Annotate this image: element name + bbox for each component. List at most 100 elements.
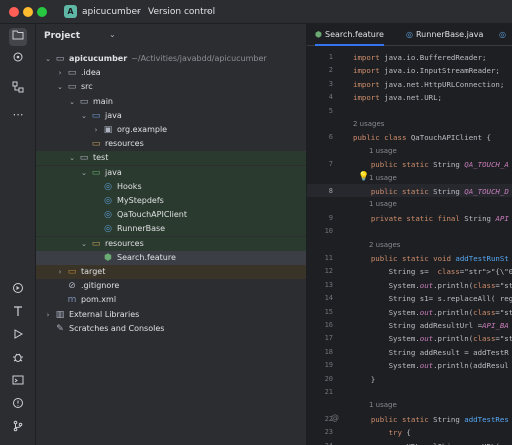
tree-item[interactable]: › ▭ target <box>36 265 306 279</box>
line-number: 20 <box>324 374 333 383</box>
project-switcher[interactable]: apicucumber <box>82 7 141 17</box>
tree-item-label: java <box>105 167 122 177</box>
tree-item-label: QaTouchAPIClient <box>117 210 187 220</box>
tree-item[interactable]: ⊘ .gitignore <box>36 279 306 293</box>
chevron-right-icon[interactable]: › <box>44 308 52 322</box>
code-editor[interactable]: ⬢ Search.feature ◎ RunnerBase.java ◎ 12345… <box>307 24 512 445</box>
code-area[interactable]: import java.io.BufferedReader; import jav… <box>353 46 512 445</box>
folder-icon: ▭ <box>79 96 89 107</box>
resources-folder-icon: ▭ <box>91 139 101 150</box>
tree-item-label: java <box>105 110 122 120</box>
usages-hint[interactable]: 2 usages <box>353 118 384 131</box>
chevron-right-icon[interactable]: › <box>56 66 64 80</box>
tree-item[interactable]: ⌄ ▭ apicucumber ~/Activities/javabdd/apicuc… <box>36 52 306 66</box>
tree-item[interactable]: › ▥ External Libraries <box>36 308 306 322</box>
chevron-right-icon[interactable]: › <box>56 265 64 279</box>
tree-item[interactable]: ◎ QaTouchAPIClient <box>36 208 306 223</box>
chevron-down-icon[interactable]: ⌄ <box>44 52 52 66</box>
tree-item-label: src <box>81 82 93 92</box>
tree-item[interactable]: m pom.xml <box>36 293 306 307</box>
tree-item-label: Scratches and Consoles <box>69 323 165 333</box>
code-line: public static void addTestRunSt <box>370 254 509 263</box>
chevron-down-icon[interactable]: ⌄ <box>80 109 88 123</box>
tree-item-label: Hooks <box>117 181 142 191</box>
usages-hint[interactable]: 1 usage <box>369 145 397 158</box>
code-line: import java.net.HttpURLConnection; <box>353 79 505 89</box>
tree-item-label: Search.feature <box>117 252 176 262</box>
build-icon[interactable] <box>9 305 27 323</box>
tree-item-label: test <box>93 153 109 163</box>
project-panel: Project ⌄ ⌄ ▭ apicucumber ~/Activities/java… <box>36 24 307 445</box>
package-icon: ▣ <box>103 125 113 135</box>
chevron-down-icon[interactable]: ⌄ <box>109 30 116 39</box>
lightbulb-icon[interactable]: 💡 <box>358 172 369 182</box>
close-window-button[interactable] <box>9 7 19 17</box>
git-commit-icon[interactable] <box>9 51 27 69</box>
services-icon[interactable] <box>9 282 27 300</box>
chevron-down-icon[interactable]: ⌄ <box>68 151 76 165</box>
tree-item[interactable]: ⌄ ▭ java <box>36 109 306 123</box>
class-icon: ◎ <box>104 181 112 192</box>
chevron-down-icon[interactable]: ⌄ <box>135 6 142 15</box>
chevron-down-icon[interactable]: ⌄ <box>68 95 76 109</box>
line-number: 6 <box>328 133 333 142</box>
usages-hint[interactable]: 1 usage <box>369 198 397 211</box>
line-number: 7 <box>328 160 333 169</box>
tree-item[interactable]: ⌄ ▭ java <box>36 165 306 180</box>
tree-item[interactable]: ◎ MyStepdefs <box>36 194 306 208</box>
tree-item[interactable]: ⬢ Search.feature <box>36 250 306 265</box>
code-line: System.out.println(class="str">"s1: "+s <box>353 307 512 317</box>
line-number: 13 <box>324 280 333 289</box>
git-icon[interactable] <box>9 420 27 438</box>
class-icon: ◎ <box>499 30 506 39</box>
tree-item[interactable]: ▭ resources <box>36 137 306 151</box>
folder-icon: ▭ <box>79 153 89 164</box>
code-line: } <box>353 374 376 384</box>
usages-hint[interactable]: 1 usage <box>369 172 397 185</box>
chevron-right-icon[interactable]: › <box>92 123 100 137</box>
chevron-down-icon[interactable]: ⌄ <box>80 237 88 251</box>
tree-item[interactable]: ⌄ ▭ resources <box>36 236 306 251</box>
run-icon[interactable] <box>9 328 27 346</box>
code-line: System.out.println(addResul <box>353 361 509 371</box>
line-number: 5 <box>328 106 333 115</box>
tab-runnerbase-java[interactable]: ◎ RunnerBase.java <box>406 24 483 46</box>
tree-item[interactable]: ⌄ ▭ src <box>36 80 306 94</box>
tree-item-label: RunnerBase <box>117 224 166 234</box>
tree-item[interactable]: ◎ RunnerBase <box>36 222 306 237</box>
tree-item[interactable]: ⌄ ▭ test <box>36 151 306 166</box>
folder-icon[interactable] <box>9 28 27 46</box>
code-line: String addResult = addTestR <box>353 347 509 357</box>
project-badge-icon[interactable]: A <box>64 5 77 18</box>
line-number: 8 <box>328 187 333 195</box>
line-number: 9 <box>328 213 333 222</box>
tree-item[interactable]: ⌄ ▭ main <box>36 95 306 109</box>
chevron-down-icon[interactable]: ⌄ <box>205 6 212 15</box>
tree-item[interactable]: ✎ Scratches and Consoles <box>36 322 306 336</box>
line-gutter: 1234567891011121314151617181920212223242… <box>307 46 347 445</box>
tree-item[interactable]: › ▣ org.example <box>36 123 306 137</box>
code-line: public static String addTestRes <box>370 414 509 424</box>
annotation-icon[interactable]: @ <box>331 413 339 422</box>
problems-icon[interactable] <box>9 397 27 415</box>
line-number: 14 <box>324 294 333 303</box>
tab-qatouch-java[interactable]: ◎ <box>499 24 509 46</box>
feature-file-icon: ⬢ <box>104 252 112 263</box>
terminal-icon[interactable] <box>9 374 27 392</box>
maximize-window-button[interactable] <box>37 7 47 17</box>
usages-hint[interactable]: 2 usages <box>369 239 400 252</box>
usages-hint[interactable]: 1 usage <box>369 399 397 412</box>
chevron-down-icon[interactable]: ⌄ <box>80 166 88 180</box>
line-number: 21 <box>324 388 333 396</box>
folder-icon: ▭ <box>67 68 77 79</box>
more-icon[interactable]: ⋯ <box>9 106 27 124</box>
debug-icon[interactable] <box>9 351 27 369</box>
chevron-down-icon[interactable]: ⌄ <box>56 80 64 94</box>
tree-item-label: main <box>93 96 113 106</box>
resources-folder-icon: ▭ <box>91 238 101 249</box>
structure-icon[interactable] <box>9 81 27 99</box>
minimize-window-button[interactable] <box>23 7 33 17</box>
tab-search-feature[interactable]: ⬢ Search.feature <box>315 24 384 46</box>
tree-item[interactable]: ◎ Hooks <box>36 179 306 194</box>
tree-item[interactable]: › ▭ .idea <box>36 66 306 80</box>
